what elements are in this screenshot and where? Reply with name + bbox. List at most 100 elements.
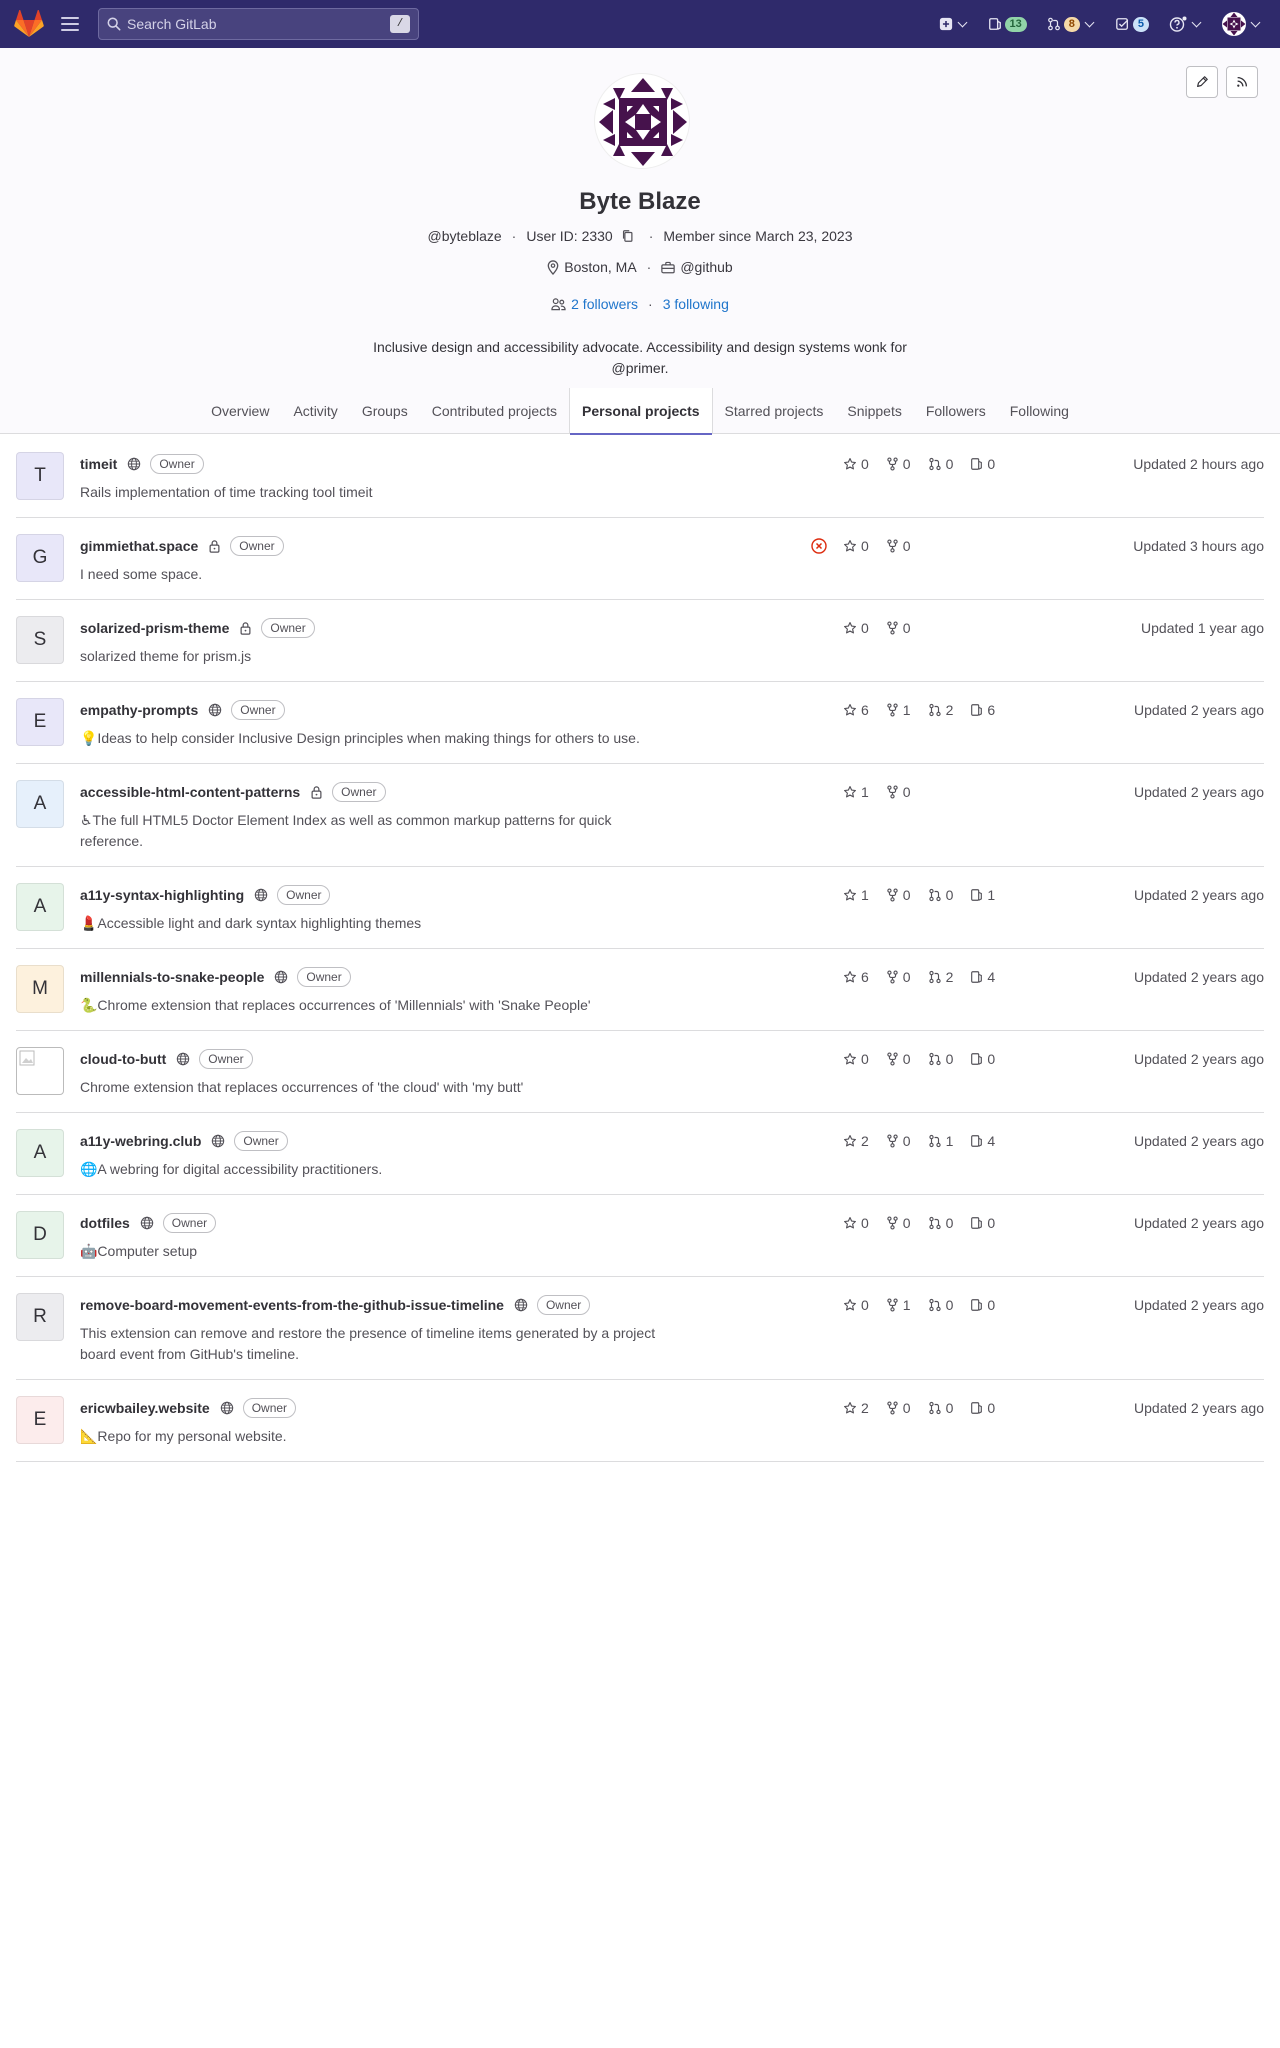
tab-following[interactable]: Following (998, 388, 1081, 434)
gitlab-logo-icon[interactable] (14, 10, 44, 38)
followers-link[interactable]: 2 followers (571, 296, 638, 312)
project-name-link[interactable]: dotfiles (80, 1215, 130, 1231)
project-name-link[interactable]: timeit (80, 456, 117, 472)
tab-starred-projects[interactable]: Starred projects (713, 388, 836, 434)
forks-count[interactable]: 1 (886, 702, 911, 718)
tab-activity[interactable]: Activity (281, 388, 349, 434)
forks-count[interactable]: 0 (886, 456, 911, 472)
merge-requests-count[interactable]: 0 (928, 1297, 953, 1313)
rss-feed-button[interactable] (1226, 66, 1258, 98)
help-dropdown[interactable] (1162, 10, 1209, 38)
project-avatar[interactable]: D (16, 1211, 64, 1259)
project-avatar[interactable]: E (16, 698, 64, 746)
forks-count[interactable]: 0 (886, 538, 911, 554)
forks-count[interactable]: 0 (886, 1400, 911, 1416)
tab-contributed-projects[interactable]: Contributed projects (420, 388, 569, 434)
stars-count[interactable]: 6 (843, 702, 869, 718)
merge-requests-count[interactable]: 0 (928, 1215, 953, 1231)
issues-count[interactable]: 0 (970, 1051, 995, 1067)
forks-count[interactable]: 0 (886, 1051, 911, 1067)
issues-count[interactable]: 4 (970, 1133, 995, 1149)
globe-icon (254, 888, 268, 902)
merge-requests-count[interactable]: 1 (928, 1133, 953, 1149)
stars-count[interactable]: 1 (843, 887, 869, 903)
search-icon (107, 17, 121, 31)
issues-button[interactable]: 13 (981, 11, 1034, 38)
tab-followers[interactable]: Followers (914, 388, 998, 434)
merge-requests-count[interactable]: 2 (928, 702, 953, 718)
merge-requests-count[interactable]: 0 (928, 456, 953, 472)
project-avatar[interactable]: G (16, 534, 64, 582)
issues-count[interactable]: 4 (970, 969, 995, 985)
stars-count[interactable]: 0 (843, 1215, 869, 1231)
forks-count[interactable]: 0 (886, 969, 911, 985)
project-avatar-letter: S (33, 629, 47, 650)
stars-count[interactable]: 2 (843, 1133, 869, 1149)
merge-requests-dropdown[interactable]: 8 (1040, 11, 1102, 38)
forks-count[interactable]: 0 (886, 1133, 911, 1149)
stars-count[interactable]: 6 (843, 969, 869, 985)
merge-requests-count[interactable]: 0 (928, 1400, 953, 1416)
create-new-dropdown[interactable] (932, 11, 975, 37)
forks-count[interactable]: 0 (886, 1215, 911, 1231)
stars-count[interactable]: 0 (843, 1051, 869, 1067)
merge-requests-count[interactable]: 2 (928, 969, 953, 985)
project-avatar[interactable]: R (16, 1293, 64, 1341)
stars-count[interactable]: 0 (843, 538, 869, 554)
project-avatar[interactable]: A (16, 1129, 64, 1177)
project-name-link[interactable]: gimmiethat.space (80, 538, 198, 554)
issues-count[interactable]: 6 (970, 702, 995, 718)
profile-username: @byteblaze (427, 228, 502, 244)
project-name-link[interactable]: remove-board-movement-events-from-the-gi… (80, 1297, 504, 1313)
hamburger-menu-icon[interactable] (60, 14, 80, 34)
project-avatar[interactable]: M (16, 965, 64, 1013)
tab-overview[interactable]: Overview (199, 388, 281, 434)
forks-count[interactable]: 0 (886, 887, 911, 903)
forks-count[interactable]: 1 (886, 1297, 911, 1313)
project-description: This extension can remove and restore th… (80, 1325, 656, 1362)
project-avatar-broken-image[interactable] (16, 1047, 64, 1095)
user-menu-dropdown[interactable] (1215, 6, 1268, 42)
project-name-link[interactable]: ericwbailey.website (80, 1400, 210, 1416)
tab-snippets[interactable]: Snippets (835, 388, 913, 434)
project-name-link[interactable]: cloud-to-butt (80, 1051, 166, 1067)
pipeline-failed-icon[interactable] (811, 538, 827, 557)
project-row: Mmillennials-to-snake-people Owner 🐍Chrome… (16, 949, 1264, 1031)
forks-count[interactable]: 0 (886, 784, 911, 800)
project-name-link[interactable]: solarized-prism-theme (80, 620, 229, 636)
stars-count[interactable]: 0 (843, 456, 869, 472)
following-link[interactable]: 3 following (663, 296, 729, 312)
copy-icon[interactable] (621, 229, 634, 243)
project-name-link[interactable]: empathy-prompts (80, 702, 198, 718)
project-row: Ggimmiethat.space Owner I need some space.… (16, 518, 1264, 600)
search-input[interactable] (127, 16, 390, 32)
project-avatar[interactable]: A (16, 883, 64, 931)
issues-count[interactable]: 1 (970, 887, 995, 903)
issues-count[interactable]: 0 (970, 1215, 995, 1231)
tab-groups[interactable]: Groups (350, 388, 420, 434)
project-name-link[interactable]: accessible-html-content-patterns (80, 784, 300, 800)
project-name-link[interactable]: a11y-webring.club (80, 1133, 201, 1149)
globe-icon (176, 1052, 190, 1066)
project-avatar[interactable]: S (16, 616, 64, 664)
project-name-link[interactable]: a11y-syntax-highlighting (80, 887, 244, 903)
stars-count[interactable]: 1 (843, 784, 869, 800)
project-avatar[interactable]: A (16, 780, 64, 828)
profile-member-since: Member since March 23, 2023 (663, 228, 853, 244)
todos-button[interactable]: 5 (1108, 11, 1156, 38)
tab-personal-projects[interactable]: Personal projects (569, 388, 713, 435)
issues-count[interactable]: 0 (970, 1297, 995, 1313)
stars-count[interactable]: 0 (843, 620, 869, 636)
search-box[interactable]: / (98, 8, 419, 40)
project-avatar[interactable]: T (16, 452, 64, 500)
project-name-link[interactable]: millennials-to-snake-people (80, 969, 264, 985)
issues-count[interactable]: 0 (970, 456, 995, 472)
merge-requests-count[interactable]: 0 (928, 1051, 953, 1067)
merge-requests-count[interactable]: 0 (928, 887, 953, 903)
issues-count[interactable]: 0 (970, 1400, 995, 1416)
project-avatar[interactable]: E (16, 1396, 64, 1444)
edit-profile-button[interactable] (1186, 66, 1218, 98)
forks-count[interactable]: 0 (886, 620, 911, 636)
stars-count[interactable]: 2 (843, 1400, 869, 1416)
stars-count[interactable]: 0 (843, 1297, 869, 1313)
